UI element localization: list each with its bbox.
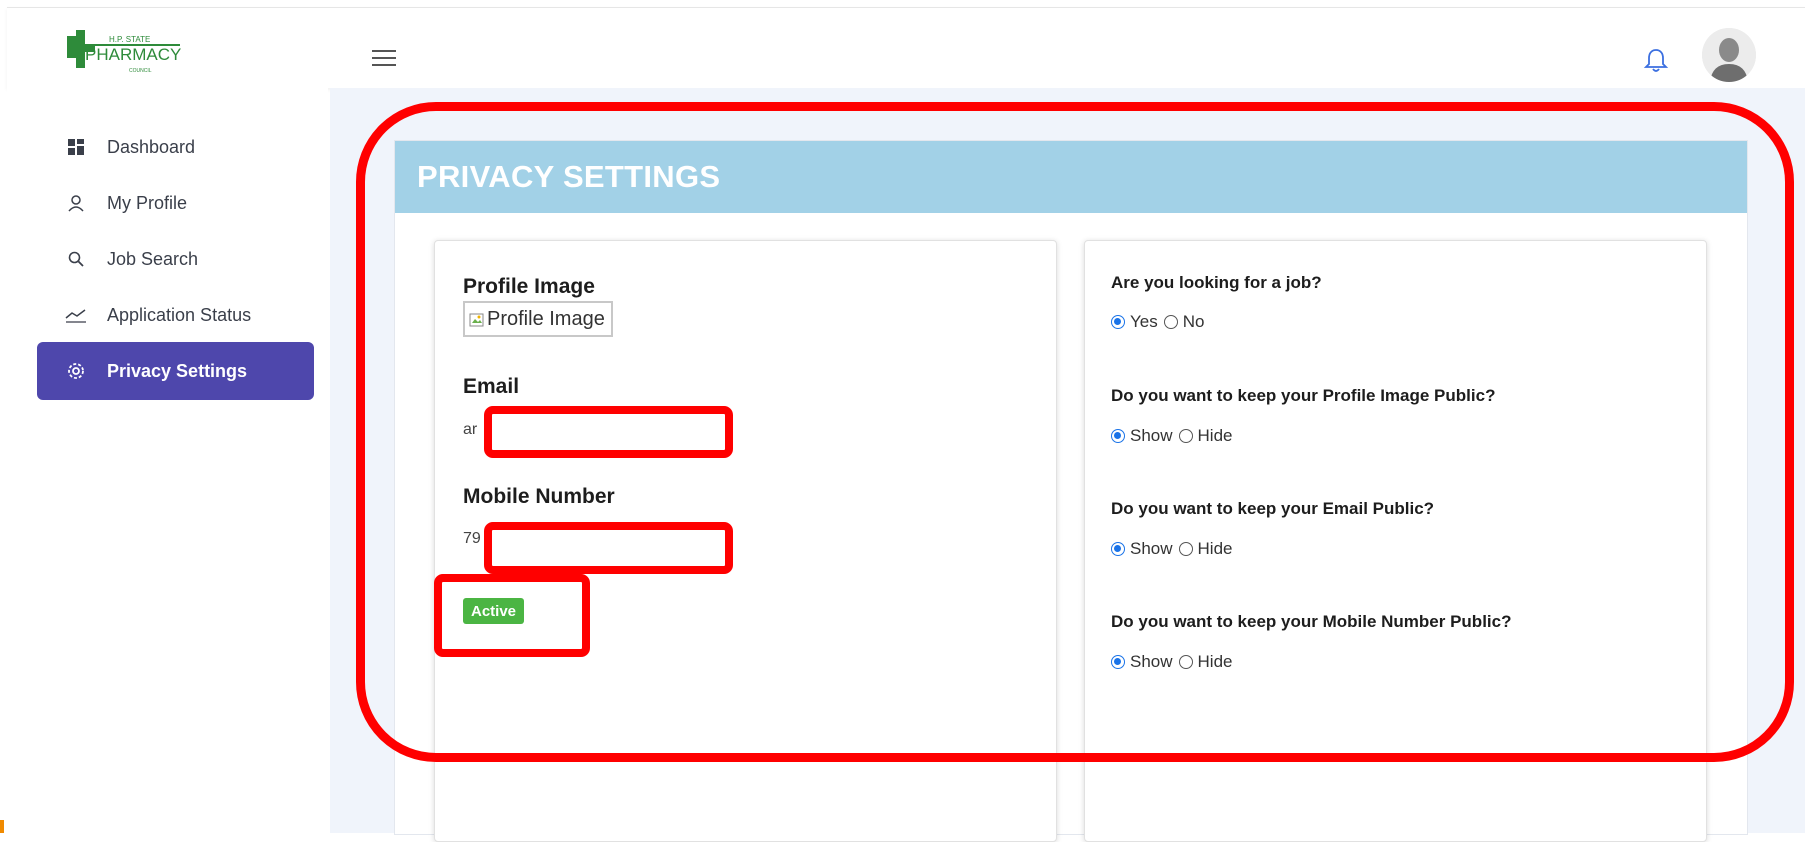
radio-show[interactable] (1111, 542, 1125, 556)
radio-hide-label[interactable]: Hide (1198, 539, 1233, 559)
card-header: PRIVACY SETTINGS (395, 141, 1747, 213)
logo-main-text: PHARMACY (85, 45, 181, 64)
status-highlight-box (434, 574, 590, 657)
email-value: ar (463, 421, 478, 438)
sidebar: Dashboard My Profile Job Search Applicat… (7, 88, 328, 833)
radio-show-label[interactable]: Show (1130, 652, 1173, 672)
radio-hide-label[interactable]: Hide (1198, 652, 1233, 672)
hamburger-icon[interactable] (372, 50, 396, 68)
email-label: Email (463, 375, 520, 398)
bell-icon[interactable] (1643, 46, 1669, 74)
search-icon (63, 249, 89, 269)
radio-hide-label[interactable]: Hide (1198, 426, 1233, 446)
trend-icon (63, 305, 89, 325)
radio-show[interactable] (1111, 429, 1125, 443)
radio-show-label[interactable]: Show (1130, 539, 1173, 559)
sidebar-item-my-profile[interactable]: My Profile (37, 174, 314, 232)
job-seeking-radio-group: Yes No (1111, 312, 1210, 332)
user-icon (63, 193, 89, 213)
sidebar-item-label: My Profile (107, 192, 188, 213)
radio-hide[interactable] (1178, 542, 1193, 556)
dashboard-icon (63, 137, 89, 157)
page-title: PRIVACY SETTINGS (417, 159, 721, 194)
pharmacy-council-logo[interactable]: H.P. STATE PHARMACY COUNCIL (67, 30, 182, 80)
sidebar-item-dashboard[interactable]: Dashboard (37, 118, 314, 176)
avatar-icon (1702, 28, 1756, 82)
sidebar-item-label: Dashboard (107, 136, 196, 157)
radio-hide[interactable] (1178, 429, 1193, 443)
gear-icon (63, 361, 89, 381)
sidebar-item-application-status[interactable]: Application Status (37, 286, 314, 344)
mobile-public-question: Do you want to keep your Mobile Number P… (1111, 612, 1512, 631)
radio-no[interactable] (1163, 315, 1178, 329)
profile-image: Profile Image (463, 301, 613, 337)
email-radio-group: Show Hide (1111, 539, 1239, 559)
radio-show[interactable] (1111, 655, 1125, 669)
mobile-radio-group: Show Hide (1111, 652, 1239, 672)
sidebar-item-label: Application Status (107, 304, 252, 325)
profile-image-public-question: Do you want to keep your Profile Image P… (1111, 386, 1496, 405)
user-avatar[interactable] (1702, 28, 1756, 82)
privacy-options-panel: Are you looking for a job? Yes No Do you… (1084, 240, 1707, 842)
radio-yes-label[interactable]: Yes (1130, 312, 1158, 332)
radio-no-label[interactable]: No (1183, 312, 1205, 332)
mobile-redaction-box (484, 522, 733, 574)
edge-marker (0, 820, 4, 833)
profile-image-radio-group: Show Hide (1111, 426, 1239, 446)
profile-image-label: Profile Image (463, 275, 595, 298)
radio-show-label[interactable]: Show (1130, 426, 1173, 446)
sidebar-item-label: Job Search (107, 248, 199, 269)
job-seeking-question: Are you looking for a job? (1111, 273, 1322, 292)
logo-small-text: H.P. STATE (109, 35, 150, 44)
radio-yes[interactable] (1111, 315, 1125, 329)
email-redaction-box (484, 406, 733, 458)
sidebar-item-job-search[interactable]: Job Search (37, 230, 314, 288)
radio-hide[interactable] (1178, 655, 1193, 669)
logo-cross-icon: H.P. STATE PHARMACY COUNCIL (67, 30, 181, 74)
mobile-number-value: 79 (463, 530, 481, 547)
profile-image-alt-text: Profile Image (487, 307, 605, 330)
top-navbar: H.P. STATE PHARMACY COUNCIL (7, 7, 1805, 88)
mobile-number-label: Mobile Number (463, 485, 615, 508)
sidebar-item-privacy-settings[interactable]: Privacy Settings (37, 342, 314, 400)
email-public-question: Do you want to keep your Email Public? (1111, 499, 1435, 518)
logo-sub-text: COUNCIL (129, 68, 152, 74)
sidebar-item-label: Privacy Settings (107, 360, 248, 381)
broken-image-icon (469, 311, 485, 327)
